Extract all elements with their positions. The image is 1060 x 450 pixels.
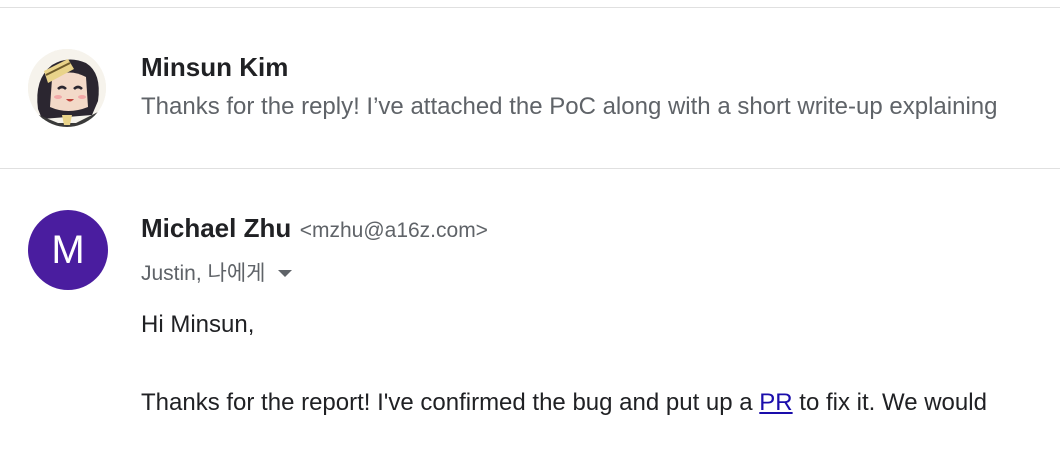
- message-paragraph: Thanks for the report! I've confirmed th…: [141, 389, 987, 417]
- message-text-before-link: Thanks for the report! I've confirmed th…: [141, 389, 760, 416]
- collapsed-sender-name: Minsun Kim: [141, 52, 289, 82]
- sender-name[interactable]: Michael Zhu: [141, 213, 291, 243]
- sender-email[interactable]: <mzhu@a16z.com>: [300, 219, 488, 242]
- recipients-text: Justin, 나에게: [141, 262, 266, 285]
- pr-link[interactable]: PR: [759, 389, 792, 416]
- avatar: M: [28, 210, 108, 290]
- message-greeting: Hi Minsun,: [141, 311, 255, 338]
- email-thread: Minsun Kim Thanks for the reply! I’ve at…: [0, 0, 1060, 450]
- caret-down-icon[interactable]: [277, 269, 292, 277]
- message-text-after-link: to fix it. We would: [792, 389, 987, 416]
- avatar: [28, 49, 106, 127]
- collapsed-message[interactable]: Minsun Kim Thanks for the reply! I’ve at…: [0, 8, 1060, 168]
- recipients-line: Justin, 나에게: [141, 257, 292, 287]
- avatar-illustration: [28, 49, 106, 127]
- collapsed-snippet: Thanks for the reply! I’ve attached the …: [141, 93, 998, 120]
- expanded-message: M Michael Zhu <mzhu@a16z.com> Justin, 나에…: [0, 169, 1060, 450]
- sender-line: Michael Zhu <mzhu@a16z.com>: [141, 213, 488, 244]
